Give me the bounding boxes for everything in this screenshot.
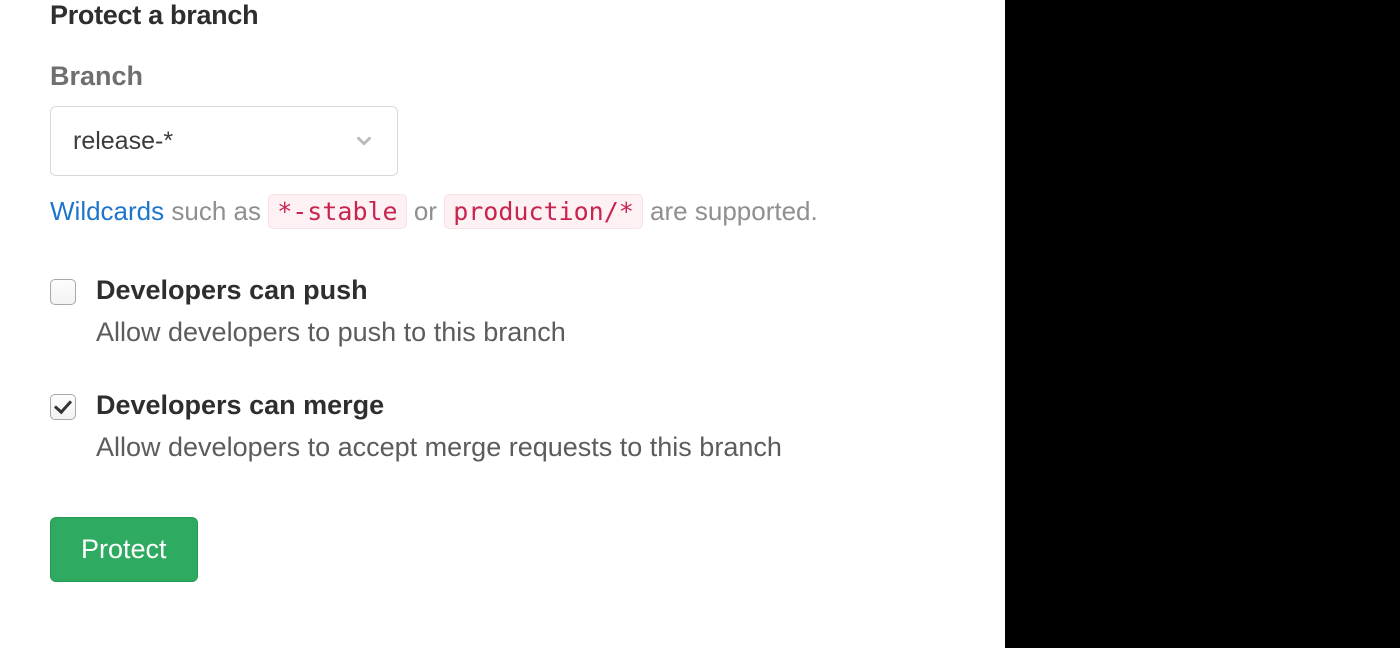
developers-can-merge-checkbox[interactable] — [50, 394, 76, 420]
developers-can-push-title: Developers can push — [96, 275, 955, 306]
developers-can-push-content: Developers can push Allow developers to … — [96, 275, 955, 352]
hint-text-2: or — [407, 196, 445, 226]
developers-can-merge-content: Developers can merge Allow developers to… — [96, 390, 955, 467]
developers-can-push-checkbox[interactable] — [50, 279, 76, 305]
branch-select[interactable]: release-* — [50, 106, 398, 176]
code-example-stable: *-stable — [268, 194, 406, 229]
branch-select-value: release-* — [73, 127, 173, 156]
page-title: Protect a branch — [50, 0, 955, 31]
code-example-production: production/* — [444, 194, 643, 229]
hint-text-3: are supported. — [643, 196, 818, 226]
branch-field-label: Branch — [50, 61, 955, 92]
wildcards-link[interactable]: Wildcards — [50, 196, 164, 226]
protect-branch-panel: Protect a branch Branch release-* Wildca… — [0, 0, 1005, 648]
developers-can-merge-desc: Allow developers to accept merge request… — [96, 429, 955, 467]
developers-can-merge-title: Developers can merge — [96, 390, 955, 421]
developers-can-push-row: Developers can push Allow developers to … — [50, 275, 955, 352]
developers-can-push-desc: Allow developers to push to this branch — [96, 314, 955, 352]
chevron-down-icon — [353, 130, 375, 152]
developers-can-merge-row: Developers can merge Allow developers to… — [50, 390, 955, 467]
hint-text-1: such as — [164, 196, 268, 226]
protect-button[interactable]: Protect — [50, 517, 198, 582]
wildcard-hint: Wildcards such as *-stable or production… — [50, 192, 955, 231]
branch-select-wrap: release-* — [50, 106, 398, 176]
side-panel — [1005, 0, 1400, 648]
